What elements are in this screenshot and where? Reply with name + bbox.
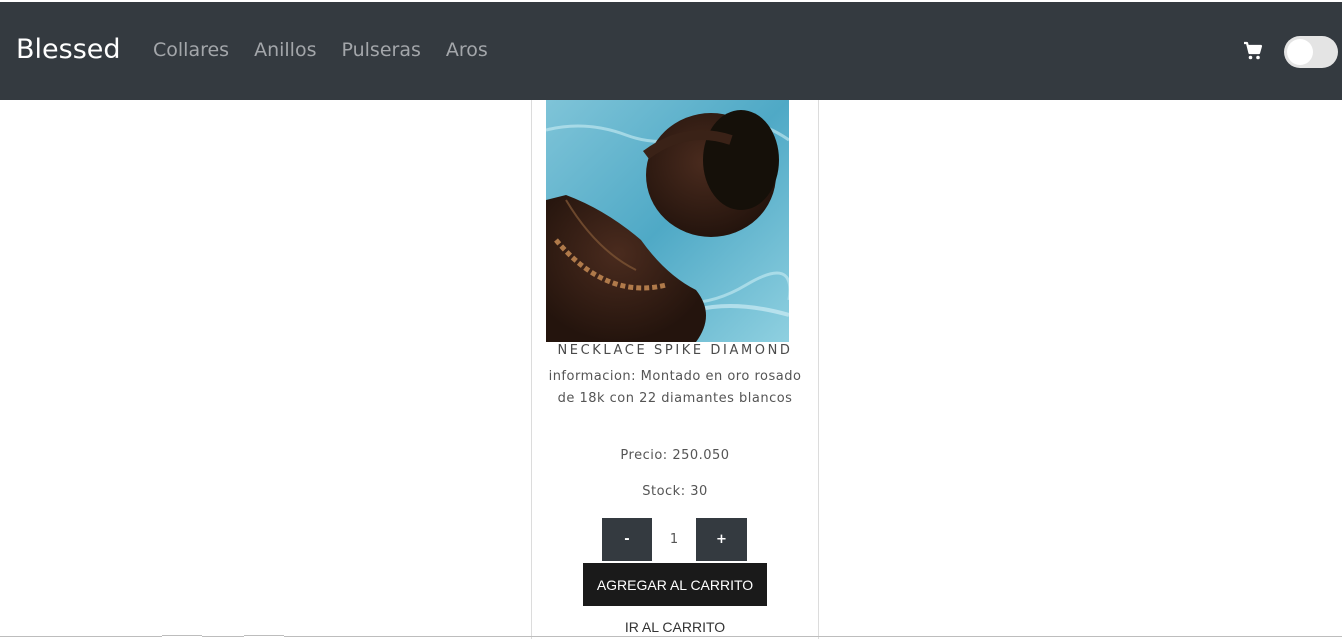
add-to-cart-button[interactable]: AGREGAR AL CARRITO [583, 563, 767, 606]
product-card: NECKLACE SPIKE DIAMOND informacion: Mont… [531, 100, 819, 639]
nav-link-pulseras[interactable]: Pulseras [341, 36, 420, 64]
bottom-tab-right [244, 635, 284, 639]
product-price: Precio: 250.050 [620, 448, 730, 463]
navbar: Blessed Collares Anillos Pulseras Aros [0, 2, 1342, 100]
quantity-value: 1 [669, 532, 679, 547]
cart-icon[interactable] [1243, 41, 1263, 61]
nav-links: Collares Anillos Pulseras Aros [153, 36, 513, 64]
quantity-decrement-button[interactable]: - [602, 518, 652, 561]
toggle-knob [1287, 39, 1313, 65]
nav-link-anillos[interactable]: Anillos [254, 36, 316, 64]
nav-link-collares[interactable]: Collares [153, 36, 229, 64]
product-description: informacion: Montado en oro rosado de 18… [548, 369, 802, 406]
go-to-cart-link[interactable]: IR AL CARRITO [532, 618, 818, 636]
nav-link-aros[interactable]: Aros [446, 36, 488, 64]
product-stock: Stock: 30 [642, 484, 708, 499]
quantity-increment-button[interactable]: + [696, 518, 747, 561]
theme-toggle[interactable] [1284, 36, 1338, 68]
brand-logo[interactable]: Blessed [16, 32, 121, 68]
bottom-tab-left [162, 635, 202, 639]
product-title: NECKLACE SPIKE DIAMOND [557, 343, 793, 358]
product-image [546, 100, 789, 342]
